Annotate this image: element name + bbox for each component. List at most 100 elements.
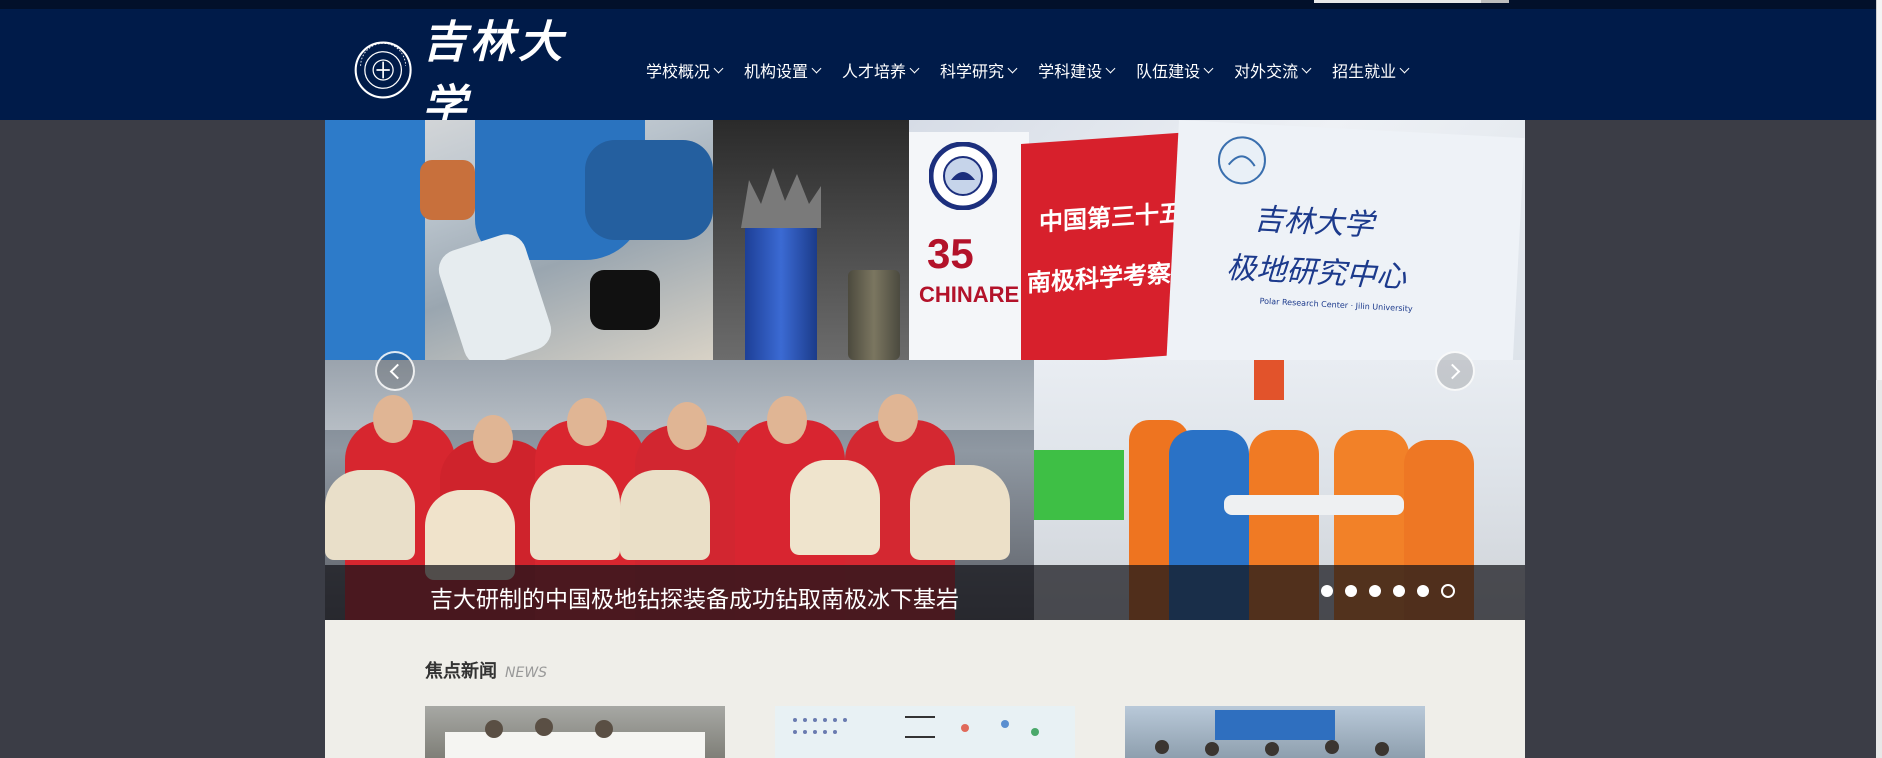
photo-flag-red: 中国第三十五 南极科学考察 [1021, 132, 1191, 360]
chevron-down-icon [1203, 63, 1214, 73]
nav-item-overview[interactable]: 学校概况 [646, 58, 724, 82]
photo-bouquet [530, 465, 620, 560]
slider-dot[interactable] [1321, 585, 1333, 597]
photo-face [667, 402, 707, 450]
chevron-down-icon [1399, 63, 1410, 73]
scrollbar-thumb[interactable] [1876, 0, 1882, 380]
photo-face [485, 720, 503, 738]
news-heading: 焦点新闻 NEWS [425, 657, 547, 683]
photo-face [1375, 742, 1389, 756]
nav-item-disciplines[interactable]: 学科建设 [1038, 58, 1116, 82]
chevron-down-icon [811, 63, 822, 73]
nav-item-faculty[interactable]: 队伍建设 [1136, 58, 1214, 82]
slider-dot[interactable] [1345, 585, 1357, 597]
news-title: 焦点新闻 [425, 661, 497, 682]
sign-line-2: 极地研究中心 [1225, 250, 1407, 296]
university-seal-icon [354, 41, 412, 99]
photo-face [595, 720, 613, 738]
red-banner-line-2: 南极科学考察 [1027, 259, 1171, 298]
photo-mast [1254, 360, 1284, 400]
scrollbar[interactable] [1876, 0, 1882, 758]
nav-item-label: 学科建设 [1038, 62, 1103, 81]
slide-photo-flags: 35 CHINARE 中国第三十五 南极科学考察 吉林大学 极地研究中心 Pol… [909, 120, 1525, 360]
main-nav: 学校概况 机构设置 人才培养 科学研究 学科建设 队伍建设 对外交流 招生就业 [646, 58, 1430, 82]
photo-bouquet [620, 470, 710, 560]
photo-drill-teeth-shape [741, 168, 821, 228]
hero-slider[interactable]: 35 CHINARE 中国第三十五 南极科学考察 吉林大学 极地研究中心 Pol… [325, 120, 1525, 620]
news-card-thumbnail[interactable] [1125, 706, 1425, 758]
slider-dot[interactable] [1417, 585, 1429, 597]
photo-face [567, 398, 607, 446]
sign-line-3: Polar Research Center · Jilin University [1259, 296, 1413, 314]
nav-item-research[interactable]: 科学研究 [940, 58, 1018, 82]
flag-number: 35 [927, 230, 974, 277]
slide-photo-drill-bit [713, 120, 909, 360]
photo-ice-core-shape [1224, 495, 1404, 515]
photo-screen-shape [1215, 710, 1335, 740]
nav-item-label: 机构设置 [744, 62, 809, 81]
slider-dot-active[interactable] [1441, 584, 1455, 598]
nav-item-admissions[interactable]: 招生就业 [1332, 58, 1410, 82]
nav-item-label: 招生就业 [1332, 62, 1397, 81]
photo-face [473, 415, 513, 463]
slider-caption-bar: 吉大研制的中国极地钻探装备成功钻取南极冰下基岩 [325, 565, 1525, 620]
photo-face [878, 394, 918, 442]
focus-news-section: 焦点新闻 NEWS [325, 620, 1525, 758]
flag-text: CHINARE [919, 282, 1020, 307]
logo-text: 吉林大学 [422, 17, 567, 132]
search-button[interactable] [1481, 0, 1509, 3]
search-box[interactable] [1314, 0, 1509, 3]
photo-bouquet [325, 470, 415, 560]
nav-item-label: 队伍建设 [1136, 62, 1201, 81]
slide-photo-ice-core [325, 120, 713, 360]
site-header: 吉林大学 学校概况 机构设置 人才培养 科学研究 学科建设 队伍建设 对外交流 … [0, 9, 1876, 132]
chevron-down-icon [1007, 63, 1018, 73]
nav-item-label: 科学研究 [940, 62, 1005, 81]
nav-item-label: 人才培养 [842, 62, 907, 81]
photo-flag-white: 35 CHINARE [909, 132, 1029, 360]
news-card-thumbnail[interactable] [425, 706, 725, 758]
university-logo[interactable]: 吉林大学 [354, 17, 582, 132]
photo-jacket-shape [325, 120, 425, 360]
slider-next-button[interactable] [1435, 351, 1475, 391]
photo-face [1205, 742, 1219, 756]
photo-bouquet [910, 465, 1010, 560]
nav-item-label: 对外交流 [1234, 62, 1299, 81]
photo-face [1265, 742, 1279, 756]
photo-face [535, 718, 553, 736]
photo-sign-white: 吉林大学 极地研究中心 Polar Research Center · Jili… [1166, 120, 1525, 360]
photo-face [1325, 740, 1339, 754]
chevron-down-icon [909, 63, 920, 73]
top-strip [0, 0, 1876, 9]
slider-dot[interactable] [1369, 585, 1381, 597]
news-card-thumbnail[interactable] [775, 706, 1075, 758]
polar-center-emblem-icon [1217, 136, 1266, 185]
news-diagram-thumbnail [793, 716, 1039, 738]
nav-item-international[interactable]: 对外交流 [1234, 58, 1312, 82]
photo-boot-shape [590, 270, 660, 330]
red-banner-line-1: 中国第三十五 [1039, 198, 1183, 237]
chevron-down-icon [713, 63, 724, 73]
chevron-left-icon [389, 363, 406, 379]
nav-item-label: 学校概况 [646, 62, 711, 81]
slider-dot[interactable] [1393, 585, 1405, 597]
news-title-en: NEWS [505, 665, 548, 681]
photo-rock-core-shape [848, 270, 900, 360]
photo-drill-shape [745, 210, 817, 360]
slider-prev-button[interactable] [375, 351, 415, 391]
photo-jacket-shape [585, 140, 713, 240]
nav-item-institutions[interactable]: 机构设置 [744, 58, 822, 82]
chinare-emblem-icon [929, 142, 997, 210]
photo-bouquet [790, 460, 880, 555]
sign-line-1: 吉林大学 [1252, 202, 1375, 244]
photo-face [373, 395, 413, 443]
photo-person-shape [420, 160, 475, 220]
slider-caption[interactable]: 吉大研制的中国极地钻探装备成功钻取南极冰下基岩 [430, 580, 959, 614]
photo-table-shape [445, 732, 705, 758]
photo-container-green [1034, 450, 1124, 520]
chevron-right-icon [1444, 363, 1461, 379]
nav-item-education[interactable]: 人才培养 [842, 58, 920, 82]
chevron-down-icon [1301, 63, 1312, 73]
chevron-down-icon [1105, 63, 1116, 73]
photo-face [767, 396, 807, 444]
